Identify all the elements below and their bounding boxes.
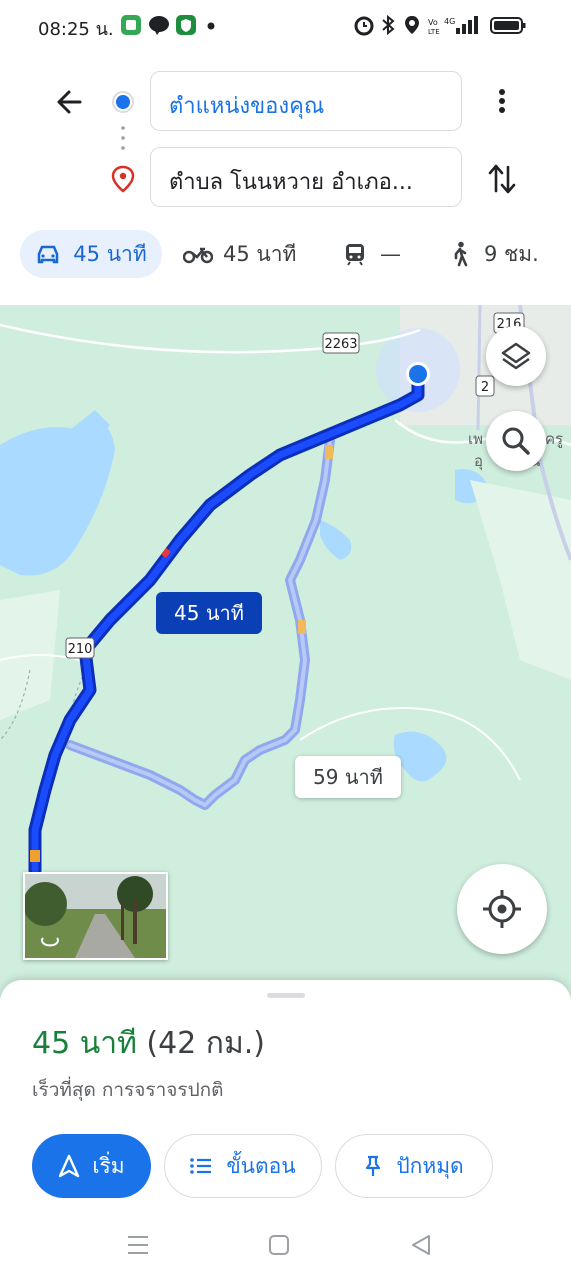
list-icon — [190, 1158, 212, 1174]
battery-icon — [490, 17, 526, 34]
steps-button[interactable]: ขั้นตอน — [164, 1134, 322, 1198]
walk-icon — [454, 241, 468, 267]
route-subtitle: เร็วที่สุด การจราจรปกติ — [32, 1079, 224, 1101]
alarm-icon — [354, 16, 374, 36]
recent-apps-icon[interactable] — [126, 1234, 150, 1256]
place-label-fragment: อุ — [474, 452, 483, 471]
mode-transit-label: — — [380, 242, 401, 266]
start-button[interactable]: เริ่ม — [32, 1134, 151, 1198]
street-view-image — [25, 874, 166, 958]
motorcycle-icon — [183, 247, 213, 264]
shield-app-icon — [176, 15, 196, 35]
layers-icon — [501, 342, 531, 370]
my-location-button[interactable] — [457, 864, 547, 954]
location-icon — [405, 16, 419, 34]
line-icon — [149, 16, 169, 35]
mode-walk-label: 9 ชม. — [484, 241, 539, 266]
status-time: 08:25 น. — [38, 19, 114, 40]
app-notification-icon — [121, 15, 141, 35]
origin-text: ตำแหน่งของคุณ — [169, 94, 325, 119]
route-time-label-primary[interactable]: 45 นาที — [156, 592, 262, 634]
search-map-button[interactable] — [486, 411, 546, 471]
layers-button[interactable] — [486, 326, 546, 386]
car-icon — [38, 245, 59, 264]
origin-field[interactable]: ตำแหน่งของคุณ — [150, 71, 462, 131]
street-view-thumbnail[interactable] — [23, 872, 168, 960]
swap-icon[interactable] — [486, 161, 518, 197]
signal-icon: VoLTE 4G — [428, 16, 478, 36]
drag-handle[interactable] — [267, 993, 305, 998]
svg-text:4G: 4G — [444, 17, 455, 26]
status-bar: 08:25 น. Vo LTE 4G — [0, 0, 571, 50]
start-label: เริ่ม — [92, 1153, 125, 1178]
reservoir-shape — [0, 423, 115, 576]
svg-text:Vo: Vo — [428, 18, 438, 27]
destination-field[interactable]: ตำบล โนนหวาย อำเภอ... — [150, 147, 462, 207]
route-primary-time: 45 นาที — [174, 601, 244, 625]
route-time-label-alternate[interactable]: 59 นาที — [295, 756, 401, 798]
road-shield-210: 210 — [68, 642, 93, 657]
route-summary: 45 นาที (42 กม.) — [32, 1020, 265, 1067]
search-icon — [502, 427, 530, 455]
svg-text:LTE: LTE — [428, 28, 440, 36]
route-duration: 45 นาที — [32, 1026, 137, 1061]
back-arrow-icon[interactable] — [50, 82, 90, 122]
steps-label: ขั้นตอน — [226, 1153, 296, 1178]
place-label-fragment: เพ — [468, 430, 483, 448]
road-shield-2263: 2263 — [324, 337, 357, 352]
route-alternate-time: 59 นาที — [313, 765, 383, 789]
destination-text: ตำบล โนนหวาย อำเภอ... — [169, 170, 413, 195]
mode-motorcycle[interactable]: 45 นาที — [183, 230, 296, 278]
mode-walk[interactable]: 9 ชม. — [450, 230, 539, 278]
pin-button[interactable]: ปักหมุด — [335, 1134, 493, 1198]
transit-icon — [346, 244, 364, 266]
mode-transit[interactable]: — — [344, 230, 401, 278]
pushpin-icon — [366, 1155, 381, 1176]
system-nav-bar — [0, 1212, 571, 1280]
navigation-arrow-icon — [59, 1154, 80, 1178]
route-connector-dots — [121, 126, 125, 150]
mode-drive-label: 45 นาที — [73, 241, 147, 266]
mode-drive[interactable]: 45 นาที — [20, 230, 162, 278]
pin-label: ปักหมุด — [396, 1153, 464, 1178]
place-label-fragment: ครู — [545, 430, 563, 448]
back-nav-icon[interactable] — [410, 1234, 432, 1256]
bluetooth-icon — [382, 14, 395, 36]
mode-motorcycle-label: 45 นาที — [223, 241, 297, 266]
my-location-icon — [483, 890, 521, 928]
origin-dot-icon — [112, 91, 134, 113]
destination-pin-icon — [111, 165, 135, 193]
more-options-icon[interactable] — [490, 86, 514, 116]
route-distance: (42 กม.) — [146, 1026, 265, 1061]
water-shape — [320, 520, 352, 560]
home-icon[interactable] — [268, 1234, 290, 1256]
water-shape — [393, 731, 447, 782]
dot-icon — [207, 22, 215, 30]
